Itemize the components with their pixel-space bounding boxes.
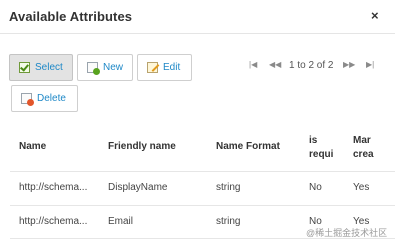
available-attributes-dialog: Available Attributes × Select New Edit D… (0, 0, 395, 245)
row1-name-cell[interactable]: http://schema... (19, 182, 87, 193)
row1-name-format-cell[interactable]: string (216, 182, 240, 193)
new-button-label: New (103, 62, 124, 73)
row1-required-cell[interactable]: No (309, 182, 322, 193)
first-page-icon[interactable]: |◀ (249, 61, 257, 69)
column-header-friendly-name[interactable]: Friendly name (108, 141, 176, 152)
column-header-name[interactable]: Name (19, 141, 46, 152)
row2-name-cell[interactable]: http://schema... (19, 216, 87, 227)
column-header-is-required-line1[interactable]: is (309, 135, 339, 146)
watermark-text: @稀土掘金技术社区 (306, 228, 388, 238)
row2-name-format-cell[interactable]: string (216, 216, 240, 227)
column-header-name-format[interactable]: Name Format (216, 141, 280, 152)
row1-mandatory-cell[interactable]: Yes (353, 182, 369, 193)
pager-status: 1 to 2 of 2 (289, 59, 334, 71)
column-header-mandatory-line2[interactable]: crea (353, 149, 395, 160)
dialog-title: Available Attributes (9, 9, 133, 24)
dialog-header: Available Attributes × (0, 0, 395, 33)
select-button[interactable]: Select (9, 54, 73, 81)
header-divider (0, 33, 395, 34)
column-header-is-required-line2[interactable]: requi (309, 149, 339, 160)
select-button-label: Select (35, 62, 63, 73)
edit-button-label: Edit (163, 62, 181, 73)
delete-icon (21, 93, 34, 106)
last-page-icon[interactable]: ▶| (366, 61, 374, 69)
delete-button[interactable]: Delete (11, 85, 78, 112)
select-icon (19, 62, 30, 73)
edit-icon (147, 62, 158, 73)
edit-button[interactable]: Edit (137, 54, 192, 81)
next-page-icon[interactable]: ▶▶ (343, 61, 355, 69)
new-button[interactable]: New (77, 54, 133, 81)
table-header-divider (10, 171, 395, 172)
new-icon (87, 62, 100, 75)
delete-button-label: Delete (37, 93, 66, 104)
row2-friendly-name-cell[interactable]: Email (108, 216, 133, 227)
close-icon[interactable]: × (371, 8, 379, 23)
row1-friendly-name-cell[interactable]: DisplayName (108, 182, 167, 193)
table-row-divider (10, 205, 395, 206)
column-header-mandatory-line1[interactable]: Mar (353, 135, 395, 146)
prev-page-icon[interactable]: ◀◀ (269, 61, 281, 69)
